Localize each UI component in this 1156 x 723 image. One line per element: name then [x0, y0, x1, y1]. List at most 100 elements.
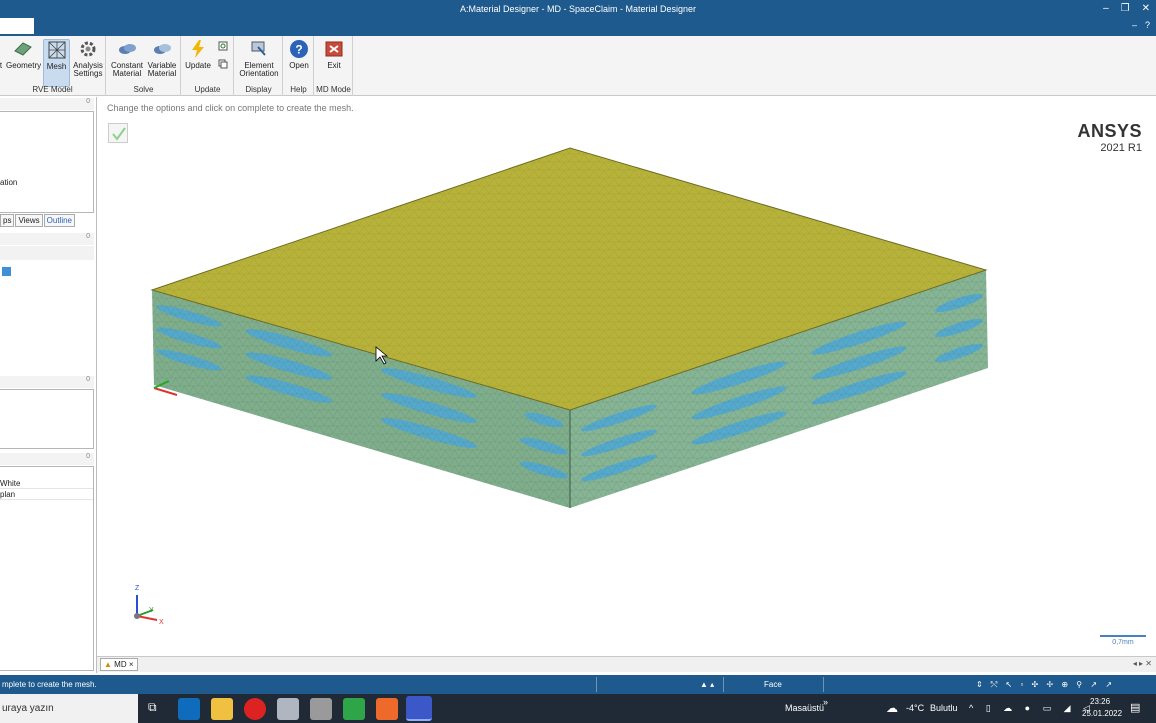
ribbon: t Geometry Mesh Analysis Settings RVE Mo… — [0, 36, 1156, 96]
variable-material-icon — [154, 44, 171, 54]
scale-bar: 0,7mm — [1100, 635, 1146, 646]
status-separator — [596, 677, 597, 692]
gear-icon — [80, 41, 96, 57]
group-label-help: Help — [290, 85, 307, 94]
group-label-rve-model: RVE Model — [32, 85, 73, 94]
mesh-icon — [48, 41, 65, 59]
variable-material-button[interactable]: Variable Material — [145, 39, 179, 78]
axis-label-z: Z — [135, 585, 140, 592]
document-tab-strip: ▲ MD × ◂ ▸ ✕ — [97, 656, 1156, 672]
status-message: mplete to create the mesh. — [2, 680, 97, 689]
weather-temperature[interactable]: -4°C — [906, 694, 924, 723]
group-label-display: Display — [245, 85, 272, 94]
clock-date[interactable]: 25.01.2022 — [1082, 709, 1122, 718]
element-orientation-icon — [251, 41, 266, 56]
tab-outline[interactable]: Outline — [43, 214, 76, 227]
left-panel: 0 ation ps Views Outline 0 0 0 White pla… — [0, 97, 97, 673]
element-orientation-button[interactable]: Element Orientation — [237, 39, 281, 78]
windows-taskbar: uraya yazın ⧉ Masaüstü » ☁ -4°C Bulutlu … — [0, 694, 1156, 723]
weather-text[interactable]: Bulutlu — [930, 694, 958, 723]
ribbon-button-partial[interactable]: t — [0, 39, 4, 70]
group-md-mode: Exit MD Mode — [315, 36, 353, 96]
notification-icon[interactable]: ▤ — [1130, 694, 1140, 723]
tab-views[interactable]: Views — [15, 214, 43, 227]
opera-browser-icon[interactable] — [244, 698, 266, 720]
app-icon[interactable] — [277, 698, 299, 720]
list-item[interactable]: White — [0, 479, 93, 489]
tab-navigation[interactable]: ◂ ▸ ✕ — [1133, 659, 1152, 668]
exit-icon — [325, 41, 343, 57]
update-button[interactable]: Update — [184, 39, 212, 70]
svg-text:?: ? — [295, 43, 302, 57]
group-label-solve: Solve — [133, 85, 154, 94]
group-label-update: Update — [194, 85, 221, 94]
restore-button[interactable]: ❐ — [1121, 0, 1130, 18]
panel-header-structure: 0 — [0, 98, 94, 110]
outlook-app-icon[interactable] — [178, 698, 200, 720]
status-separator — [723, 677, 724, 692]
help-icon: ? — [290, 40, 308, 58]
analysis-settings-button[interactable]: Analysis Settings — [72, 39, 104, 78]
group-label-md-mode: MD Mode — [316, 85, 351, 94]
document-tab-md[interactable]: ▲ MD × — [100, 658, 138, 671]
group-help: ? Open Help — [284, 36, 314, 96]
group-rve-model: t Geometry Mesh Analysis Settings RVE Mo… — [0, 36, 106, 96]
group-display: Element Orientation Display — [235, 36, 283, 96]
refresh-icon[interactable] — [218, 41, 228, 51]
spaceclaim-app-icon[interactable] — [406, 696, 432, 721]
tab-groups[interactable]: ps — [0, 214, 15, 227]
ribbon-tab-strip: – ? — [0, 18, 1156, 36]
lightning-icon — [192, 40, 204, 58]
clock-time[interactable]: 23:26 — [1090, 697, 1110, 706]
constant-material-button[interactable]: Constant Material — [109, 39, 145, 78]
panel-header-options: 0 — [0, 233, 94, 245]
axis-label-y: Y — [149, 607, 154, 614]
copy-icon[interactable] — [218, 59, 228, 69]
status-tool-icons[interactable]: ⇕ ⤲ ↖ ▫ ✣ ✢ ⊕ ⚲ ↗ ↗ — [976, 675, 1115, 694]
toolbar-overflow-icon[interactable]: » — [823, 688, 828, 717]
exit-button[interactable]: Exit — [320, 39, 348, 70]
mesh-button[interactable]: Mesh — [43, 39, 70, 87]
camtasia-orange-icon[interactable] — [376, 698, 398, 720]
panel-header-layers: 0 — [0, 453, 94, 465]
file-explorer-icon[interactable] — [211, 698, 233, 720]
graphics-viewport[interactable]: Change the options and click on complete… — [99, 98, 1156, 656]
axis-label-x: X — [159, 619, 164, 626]
structure-tree[interactable]: ation — [0, 111, 94, 213]
status-expand-icon[interactable]: ▲ ▴ — [700, 675, 714, 694]
layers-list: White plan — [0, 466, 94, 671]
geometry-button[interactable]: Geometry — [6, 39, 41, 70]
minimize-button[interactable]: – — [1103, 0, 1109, 18]
weather-cloud-icon[interactable]: ☁ — [886, 694, 898, 723]
status-bar: mplete to create the mesh. ▲ ▴ Face ⇕ ⤲ … — [0, 675, 1156, 694]
selection-mode[interactable]: Face — [764, 675, 782, 694]
ribbon-minimize-button[interactable]: – — [1132, 20, 1137, 30]
panel-header-properties: 0 — [0, 376, 94, 388]
partial-icon — [0, 39, 3, 59]
group-solve: Constant Material Variable Material Solv… — [107, 36, 181, 96]
list-item[interactable]: plan — [0, 490, 93, 500]
properties-box — [0, 389, 94, 449]
panel-tabs: ps Views Outline — [0, 214, 76, 227]
open-help-button[interactable]: ? Open — [286, 39, 312, 70]
rve-mesh-model[interactable]: Z Y X — [99, 98, 1156, 656]
title-bar: A:Material Designer - MD - SpaceClaim - … — [0, 0, 1156, 18]
geometry-icon — [14, 42, 32, 56]
options-bar — [0, 246, 94, 260]
tree-item[interactable]: ation — [0, 178, 17, 187]
ansys-doc-icon: ▲ — [104, 660, 112, 669]
option-toggle-icon[interactable] — [2, 267, 11, 276]
help-circle-icon[interactable]: ? — [1145, 20, 1150, 30]
close-tab-icon[interactable]: × — [129, 660, 134, 669]
taskbar-search-input[interactable]: uraya yazın — [0, 694, 138, 723]
wp-app-icon[interactable] — [310, 698, 332, 720]
constant-material-icon — [119, 44, 136, 54]
group-update: Update Update — [182, 36, 234, 96]
system-tray-icons[interactable]: ^ ▯ ☁ ● ▭ ◢ ◁ — [969, 694, 1095, 723]
task-view-icon[interactable]: ⧉ — [148, 700, 157, 715]
desktop-toolbar[interactable]: Masaüstü — [785, 694, 824, 723]
file-tab[interactable] — [0, 18, 34, 34]
close-button[interactable]: ✕ — [1142, 0, 1150, 18]
camtasia-green-icon[interactable] — [343, 698, 365, 720]
window-title: A:Material Designer - MD - SpaceClaim - … — [459, 4, 697, 14]
